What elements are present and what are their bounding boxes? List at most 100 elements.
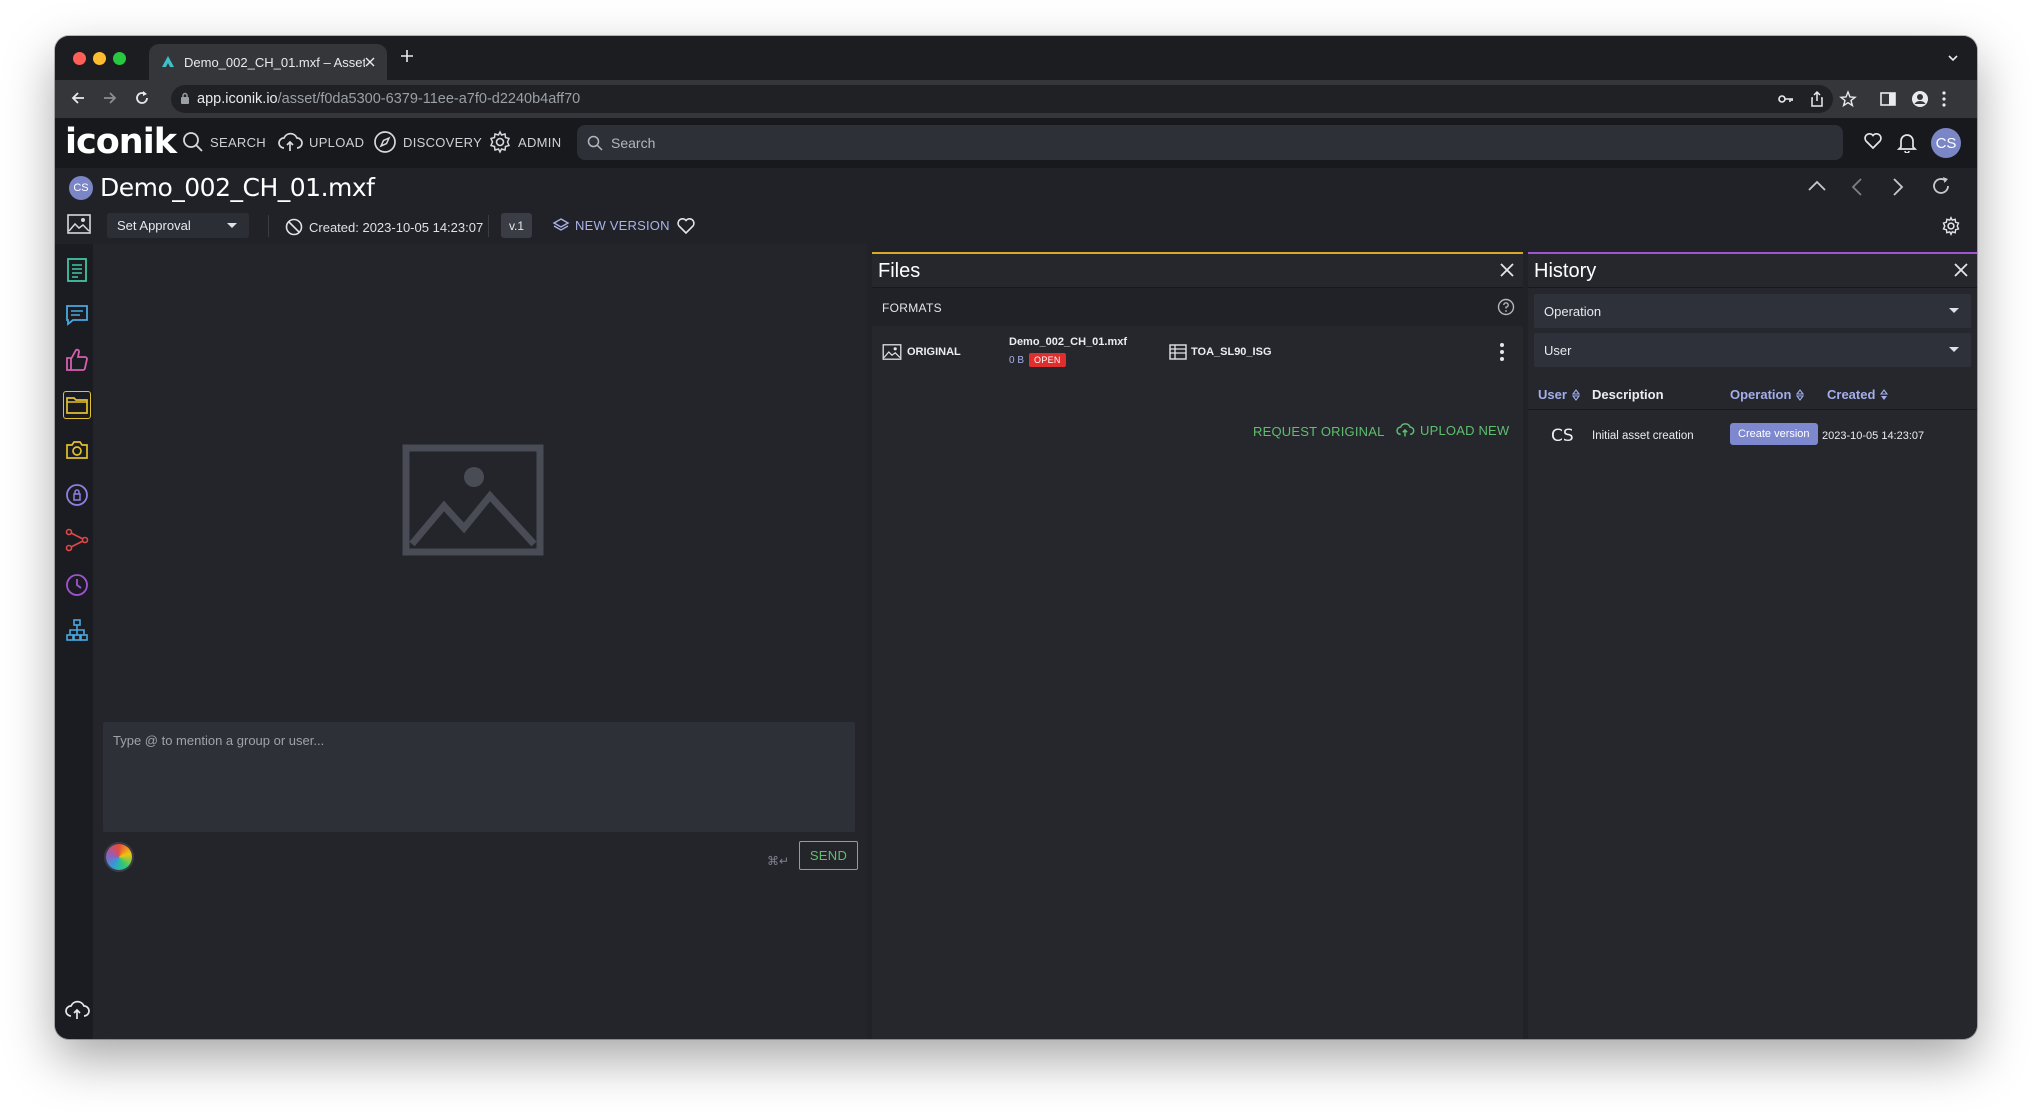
history-created: 2023-10-05 14:23:07 bbox=[1822, 430, 1925, 442]
operation-filter-label: Operation bbox=[1544, 304, 1602, 319]
nav-upload-label: UPLOAD bbox=[309, 134, 365, 150]
layers-icon bbox=[552, 217, 575, 233]
color-picker-icon[interactable] bbox=[106, 844, 132, 870]
column-user-label: User bbox=[1538, 387, 1567, 402]
column-created[interactable]: Created bbox=[1827, 387, 1889, 402]
column-description: Description bbox=[1592, 387, 1664, 402]
history-panel: History Operation User User Description … bbox=[1528, 252, 1977, 1039]
format-original: ORIGINAL bbox=[882, 344, 961, 360]
user-avatar[interactable]: CS bbox=[1931, 128, 1961, 158]
cloud-upload-icon bbox=[1395, 422, 1420, 438]
minimize-window-button[interactable] bbox=[93, 52, 106, 65]
previous-asset-chevron-icon[interactable] bbox=[1851, 177, 1863, 197]
column-operation[interactable]: Operation bbox=[1730, 387, 1805, 402]
send-button[interactable]: SEND bbox=[799, 841, 858, 870]
url-host: app.iconik.io bbox=[197, 91, 278, 107]
settings-gear-icon[interactable] bbox=[1941, 216, 1961, 236]
hierarchy-icon[interactable] bbox=[63, 616, 91, 644]
iconik-favicon-icon bbox=[161, 55, 175, 69]
tab-search-chevron-icon[interactable] bbox=[1947, 52, 1959, 64]
reload-icon[interactable] bbox=[133, 89, 151, 107]
metadata-document-icon[interactable] bbox=[63, 256, 91, 284]
cloud-upload-icon[interactable] bbox=[63, 996, 91, 1024]
comment-placeholder: Type @ to mention a group or user... bbox=[113, 733, 325, 748]
nav-upload[interactable]: UPLOAD bbox=[277, 130, 364, 154]
favorite-heart-icon[interactable] bbox=[676, 216, 696, 236]
image-placeholder-icon bbox=[402, 444, 544, 556]
address-bar[interactable]: app.iconik.io/asset/f0da5300-6379-11ee-a… bbox=[171, 85, 1833, 113]
url-text: app.iconik.io/asset/f0da5300-6379-11ee-a… bbox=[197, 91, 580, 107]
asset-title: Demo_002_CH_01.mxf bbox=[100, 173, 375, 202]
maximize-window-button[interactable] bbox=[113, 52, 126, 65]
created-text: Created: 2023-10-05 14:23:07 bbox=[309, 219, 484, 235]
nav-discovery-label: DISCOVERY bbox=[403, 134, 483, 150]
sidebar-toggle-icon[interactable] bbox=[1879, 90, 1897, 108]
column-user[interactable]: User bbox=[1538, 387, 1580, 402]
comments-icon[interactable] bbox=[63, 301, 91, 329]
share-workflow-icon[interactable] bbox=[63, 526, 91, 554]
close-icon[interactable] bbox=[1953, 262, 1969, 278]
file-name[interactable]: Demo_002_CH_01.mxf bbox=[1009, 336, 1127, 348]
close-tab-icon[interactable] bbox=[365, 57, 375, 67]
asset-toolbar: Set Approval Created: 2023-10-05 14:23:0… bbox=[55, 208, 1977, 244]
history-operation-badge: Create version bbox=[1730, 423, 1818, 445]
file-size-row: 0 B OPEN bbox=[1009, 353, 1066, 367]
operation-filter-dropdown[interactable]: Operation bbox=[1534, 294, 1971, 328]
more-vertical-icon[interactable] bbox=[1499, 342, 1505, 362]
tab-title: Demo_002_CH_01.mxf – Asset bbox=[184, 54, 365, 70]
storage-info: TOA_SL90_ISG bbox=[1169, 344, 1272, 360]
upload-new-button[interactable]: UPLOAD NEW bbox=[1395, 422, 1509, 438]
user-filter-dropdown[interactable]: User bbox=[1534, 333, 1971, 367]
forward-arrow-icon[interactable] bbox=[101, 89, 119, 107]
camera-icon[interactable] bbox=[63, 436, 91, 464]
back-arrow-icon[interactable] bbox=[69, 89, 87, 107]
key-icon[interactable] bbox=[1777, 90, 1795, 108]
browser-menu-icon[interactable] bbox=[1941, 90, 1947, 108]
new-version-button[interactable]: NEW VERSION bbox=[552, 217, 670, 233]
file-size: 0 B bbox=[1009, 354, 1025, 366]
nav-discovery[interactable]: DISCOVERY bbox=[373, 130, 482, 154]
format-name: ORIGINAL bbox=[907, 346, 961, 358]
favorites-heart-icon[interactable] bbox=[1863, 131, 1883, 151]
browser-tab-active[interactable]: Demo_002_CH_01.mxf – Asset bbox=[149, 44, 387, 80]
file-status-badge: OPEN bbox=[1029, 353, 1066, 367]
nav-search[interactable]: SEARCH bbox=[182, 130, 266, 154]
search-placeholder: Search bbox=[611, 134, 656, 151]
collapse-chevron-up-icon[interactable] bbox=[1807, 179, 1827, 193]
iconik-logo[interactable]: iconik bbox=[65, 122, 177, 162]
help-question-icon[interactable] bbox=[1497, 298, 1515, 316]
close-icon[interactable] bbox=[1499, 262, 1515, 278]
close-window-button[interactable] bbox=[73, 52, 86, 65]
set-approval-dropdown[interactable]: Set Approval bbox=[107, 213, 249, 238]
next-asset-chevron-icon[interactable] bbox=[1892, 177, 1904, 197]
app-header: iconik SEARCH UPLOAD DISCOVERY ADMIN Sea… bbox=[55, 118, 1977, 168]
notifications-bell-icon[interactable] bbox=[1897, 131, 1917, 153]
files-panel: Files FORMATS ORIGINAL Demo_002_CH_01.mx… bbox=[872, 252, 1523, 1039]
keyboard-shortcut-hint: ⌘↵ bbox=[767, 854, 790, 868]
cloud-upload-icon bbox=[277, 131, 309, 153]
files-folder-icon[interactable] bbox=[63, 391, 91, 419]
history-user: CS bbox=[1551, 426, 1574, 446]
gear-icon bbox=[488, 130, 518, 154]
browser-window: Demo_002_CH_01.mxf – Asset app.iconik.io… bbox=[55, 36, 1977, 1039]
access-lock-icon[interactable] bbox=[63, 481, 91, 509]
lock-icon[interactable] bbox=[180, 92, 190, 105]
approval-thumbs-up-icon[interactable] bbox=[63, 346, 91, 374]
comment-input[interactable]: Type @ to mention a group or user... bbox=[103, 722, 855, 832]
column-created-label: Created bbox=[1827, 387, 1876, 402]
history-clock-icon[interactable] bbox=[63, 571, 91, 599]
browser-tab-bar: Demo_002_CH_01.mxf – Asset bbox=[55, 36, 1977, 80]
nav-admin[interactable]: ADMIN bbox=[488, 130, 561, 154]
bookmark-star-icon[interactable] bbox=[1839, 90, 1857, 108]
table-row[interactable]: CS Initial asset creation Create version… bbox=[1528, 412, 1977, 462]
share-icon[interactable] bbox=[1808, 90, 1826, 108]
profile-icon[interactable] bbox=[1911, 90, 1929, 108]
new-tab-icon[interactable] bbox=[399, 48, 421, 70]
history-panel-title: History bbox=[1534, 260, 1597, 282]
refresh-icon[interactable] bbox=[1931, 176, 1951, 196]
request-original-button[interactable]: REQUEST ORIGINAL bbox=[1253, 424, 1385, 439]
format-row[interactable]: ORIGINAL Demo_002_CH_01.mxf 0 B OPEN TOA… bbox=[872, 326, 1523, 378]
asset-preview-panel: Type @ to mention a group or user... ⌘↵ … bbox=[93, 244, 867, 1039]
global-search-input[interactable]: Search bbox=[577, 125, 1843, 160]
version-badge[interactable]: v.1 bbox=[501, 213, 532, 238]
